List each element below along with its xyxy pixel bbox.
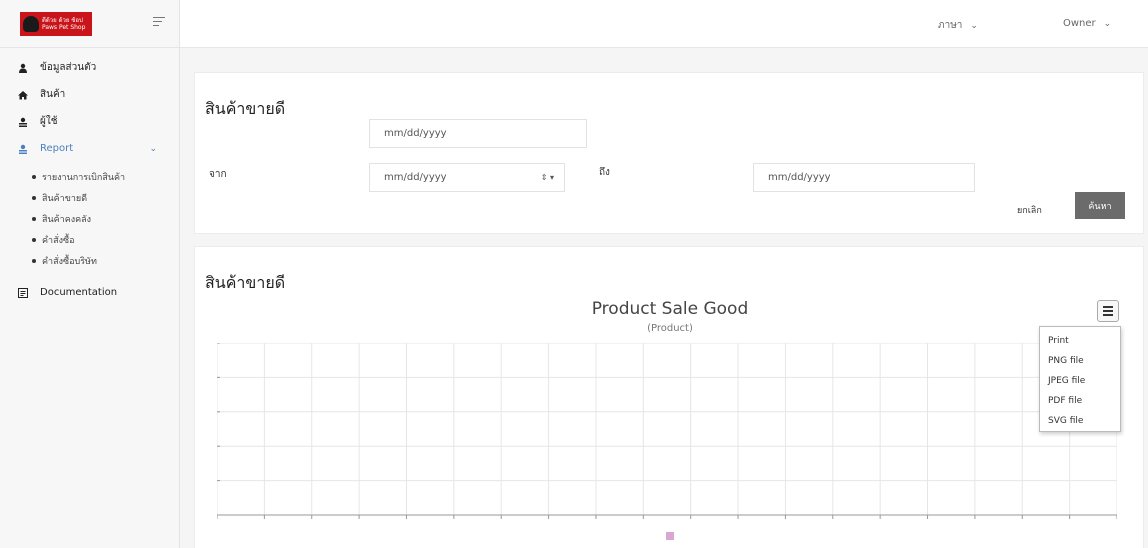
user-icon — [18, 144, 28, 154]
filter-title: สินค้าขายดี — [205, 99, 286, 118]
sidebar-item-label: Report — [40, 143, 74, 154]
spinner-icon[interactable]: ⇕ ▾ — [541, 173, 554, 182]
sidebar-item-label: ผู้ใช้ — [40, 116, 58, 127]
export-menu: Print PNG file JPEG file PDF file SVG fi… — [1039, 326, 1121, 432]
topbar: ภาษา ⌄ Owner ⌄ — [180, 0, 1148, 48]
export-svg[interactable]: SVG file — [1040, 411, 1120, 431]
sidebar: ดีด้วย ด้วย ช้อป Paws Pet Shop ข้อมูลส่ว… — [0, 0, 180, 548]
sidebar-subitem-best-selling[interactable]: สินค้าขายดี — [0, 187, 179, 208]
bullet-icon — [32, 195, 36, 200]
legend-swatch — [666, 532, 674, 540]
filter-card: สินค้าขายดี mm/dd/yyyy จาก mm/dd/yyyy ⇕ … — [194, 72, 1144, 234]
language-dropdown[interactable]: ภาษา ⌄ — [938, 18, 978, 33]
document-icon — [18, 287, 28, 298]
cancel-button[interactable]: ยกเลิก — [1017, 203, 1042, 217]
bullet-icon — [32, 237, 36, 242]
chevron-down-icon: ⌄ — [1103, 19, 1112, 29]
export-jpeg[interactable]: JPEG file — [1040, 371, 1120, 391]
export-print[interactable]: Print — [1040, 331, 1120, 351]
sidebar-item-profile[interactable]: ข้อมูลส่วนตัว — [0, 54, 179, 81]
sidebar-item-label: สินค้า — [40, 89, 66, 100]
user-icon — [18, 117, 28, 127]
sidebar-item-label: ข้อมูลส่วนตัว — [40, 62, 97, 73]
to-date-input[interactable]: mm/dd/yyyy — [753, 163, 975, 192]
chart-plot-area — [217, 343, 1117, 519]
to-label: ถึง — [599, 167, 610, 178]
brand-logo[interactable]: ดีด้วย ด้วย ช้อป Paws Pet Shop — [20, 11, 92, 36]
chart-subtitle: (Product) — [647, 323, 693, 334]
search-button[interactable]: ค้นหา — [1075, 192, 1125, 219]
dog-logo-icon — [23, 15, 39, 32]
user-icon — [18, 63, 28, 73]
sidebar-subitem-inventory[interactable]: สินค้าคงคลัง — [0, 208, 179, 229]
brand-name: ดีด้วย ด้วย ช้อป — [42, 16, 83, 24]
menu-toggle-icon[interactable] — [153, 17, 165, 31]
sidebar-item-label: Documentation — [40, 287, 118, 298]
sidebar-item-users[interactable]: ผู้ใช้ — [0, 108, 179, 135]
chart-section-title: สินค้าขายดี — [205, 273, 286, 292]
bullet-icon — [32, 216, 36, 221]
from-label: จาก — [209, 169, 227, 180]
chart-title: Product Sale Good — [591, 299, 749, 319]
sidebar-subitem-withdraw-report[interactable]: รายงานการเบิกสินค้า — [0, 166, 179, 187]
hamburger-menu-icon[interactable] — [1097, 300, 1119, 322]
sidebar-item-documentation[interactable]: Documentation — [0, 279, 179, 306]
bullet-icon — [32, 258, 36, 263]
bullet-icon — [32, 174, 36, 179]
brand-tagline: Paws Pet Shop — [42, 23, 86, 31]
brand-bar: ดีด้วย ด้วย ช้อป Paws Pet Shop — [0, 0, 179, 48]
sidebar-item-report[interactable]: Report ⌄ — [0, 135, 179, 162]
chevron-down-icon: ⌄ — [970, 21, 978, 31]
from-date-input[interactable]: mm/dd/yyyy ⇕ ▾ — [369, 163, 565, 192]
export-png[interactable]: PNG file — [1040, 351, 1120, 371]
user-menu-dropdown[interactable]: Owner ⌄ — [1063, 18, 1111, 29]
chevron-down-icon: ⌄ — [149, 143, 157, 154]
chart-card: สินค้าขายดี Product Sale Good (Product) … — [194, 246, 1144, 548]
sidebar-subitem-orders[interactable]: คำสั่งซื้อ — [0, 229, 179, 250]
home-icon — [18, 90, 28, 100]
export-pdf[interactable]: PDF file — [1040, 391, 1120, 411]
sidebar-subitem-company-orders[interactable]: คำสั่งซื้อบริษัท — [0, 250, 179, 271]
chart-legend[interactable]: product — [195, 525, 1145, 548]
date-input-top[interactable]: mm/dd/yyyy — [369, 119, 587, 148]
sidebar-item-products[interactable]: สินค้า — [0, 81, 179, 108]
